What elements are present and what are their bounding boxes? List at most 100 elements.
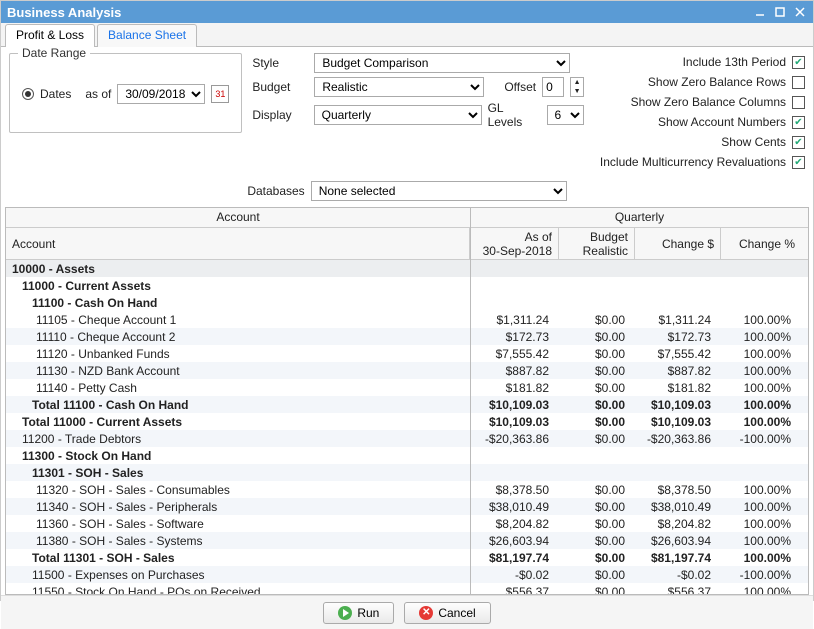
opt-multicurrency-check[interactable]: ✔ [792,156,805,169]
table-row[interactable]: -$0.02$0.00-$0.02-100.00% [471,566,808,583]
as-of-label: as of [85,87,111,101]
dates-radio[interactable] [22,88,34,100]
style-label: Style [252,56,308,70]
offset-input[interactable] [542,77,564,97]
value-cell: 100.00% [721,330,801,344]
table-row[interactable]: Total 11301 - SOH - Sales [6,549,470,566]
table-row[interactable]: 11100 - Cash On Hand [6,294,470,311]
col-header-change-pct[interactable]: Change % [721,228,801,259]
table-row[interactable]: 11105 - Cheque Account 1 [6,311,470,328]
tab-bar: Profit & Loss Balance Sheet [1,23,813,47]
account-cell: 11130 - NZD Bank Account [6,364,470,378]
table-row[interactable]: Total 11000 - Current Assets [6,413,470,430]
value-cell: $81,197.74 [471,551,559,565]
table-row[interactable]: $38,010.49$0.00$38,010.49100.00% [471,498,808,515]
results-grid: Account Account 10000 - Assets11000 - Cu… [5,207,809,595]
value-cell: $172.73 [635,330,721,344]
value-cell: -$20,363.86 [635,432,721,446]
display-select[interactable]: Quarterly [314,105,482,125]
table-row[interactable]: 11130 - NZD Bank Account [6,362,470,379]
opt-zero-rows-check[interactable] [792,76,805,89]
table-row[interactable]: $8,378.50$0.00$8,378.50100.00% [471,481,808,498]
value-cell: 100.00% [721,415,801,429]
tab-profit-loss[interactable]: Profit & Loss [5,24,95,47]
offset-spinner[interactable]: ▲▼ [570,77,584,97]
table-row[interactable]: $556.37$0.00$556.37100.00% [471,583,808,595]
table-row[interactable]: $81,197.74$0.00$81,197.74100.00% [471,549,808,566]
table-row[interactable]: $8,204.82$0.00$8,204.82100.00% [471,515,808,532]
cancel-button[interactable]: ✕Cancel [404,602,490,624]
value-cell: $0.00 [559,483,635,497]
value-cell: $26,603.94 [471,534,559,548]
databases-select[interactable]: None selected [311,181,567,201]
value-cell: $0.00 [559,364,635,378]
table-row[interactable]: 11500 - Expenses on Purchases [6,566,470,583]
date-select[interactable]: 30/09/2018 [117,84,205,104]
table-row[interactable] [471,447,808,464]
title-bar: Business Analysis [1,1,813,23]
value-cell: $8,204.82 [471,517,559,531]
table-row[interactable]: 11000 - Current Assets [6,277,470,294]
table-row[interactable]: 11320 - SOH - Sales - Consumables [6,481,470,498]
table-row[interactable]: Total 11100 - Cash On Hand [6,396,470,413]
table-row[interactable]: -$20,363.86$0.00-$20,363.86-100.00% [471,430,808,447]
value-cell: $0.00 [559,585,635,596]
col-header-account[interactable]: Account [6,228,470,259]
opt-zero-cols-label: Show Zero Balance Columns [631,95,786,109]
opt-zero-cols-check[interactable] [792,96,805,109]
gl-levels-label: GL Levels [488,101,541,129]
close-icon[interactable] [793,5,807,19]
table-row[interactable]: 11380 - SOH - Sales - Systems [6,532,470,549]
value-cell: $0.00 [559,432,635,446]
table-row[interactable]: $181.82$0.00$181.82100.00% [471,379,808,396]
value-cell: $0.00 [559,534,635,548]
minimize-icon[interactable] [753,5,767,19]
table-row[interactable] [471,277,808,294]
account-cell: Total 11000 - Current Assets [6,415,470,429]
table-row[interactable]: 11340 - SOH - Sales - Peripherals [6,498,470,515]
table-row[interactable]: $10,109.03$0.00$10,109.03100.00% [471,396,808,413]
table-row[interactable]: 11300 - Stock On Hand [6,447,470,464]
gl-levels-select[interactable]: 6 [547,105,585,125]
table-row[interactable] [471,294,808,311]
table-row[interactable]: $172.73$0.00$172.73100.00% [471,328,808,345]
value-cell: $0.00 [559,381,635,395]
table-row[interactable]: $1,311.24$0.00$1,311.24100.00% [471,311,808,328]
maximize-icon[interactable] [773,5,787,19]
table-row[interactable]: $10,109.03$0.00$10,109.03100.00% [471,413,808,430]
tab-balance-sheet[interactable]: Balance Sheet [97,24,197,47]
style-select[interactable]: Budget Comparison [314,53,570,73]
table-row[interactable]: 11140 - Petty Cash [6,379,470,396]
table-row[interactable] [471,464,808,481]
table-row[interactable]: 11550 - Stock On Hand - POs on Received [6,583,470,594]
table-row[interactable] [471,260,808,277]
table-row[interactable]: 11120 - Unbanked Funds [6,345,470,362]
calendar-icon[interactable]: 31 [211,85,229,103]
budget-select[interactable]: Realistic [314,77,484,97]
table-row[interactable]: $7,555.42$0.00$7,555.42100.00% [471,345,808,362]
table-row[interactable]: 11200 - Trade Debtors [6,430,470,447]
value-cell: $38,010.49 [635,500,721,514]
value-cell: $556.37 [635,585,721,596]
run-button[interactable]: Run [323,602,394,624]
group-header-account: Account [6,208,470,228]
col-header-asof[interactable]: As of30-Sep-2018 [471,228,559,259]
table-row[interactable]: 10000 - Assets [6,260,470,277]
opt-acct-nums-label: Show Account Numbers [658,115,786,129]
opt-13th-check[interactable]: ✔ [792,56,805,69]
table-row[interactable]: 11301 - SOH - Sales [6,464,470,481]
opt-acct-nums-check[interactable]: ✔ [792,116,805,129]
value-cell: 100.00% [721,313,801,327]
value-cell: 100.00% [721,398,801,412]
table-row[interactable]: 11360 - SOH - Sales - Software [6,515,470,532]
window-title: Business Analysis [7,5,121,20]
value-cell: $0.00 [559,500,635,514]
col-header-change-dollar[interactable]: Change $ [635,228,721,259]
table-row[interactable]: 11110 - Cheque Account 2 [6,328,470,345]
table-row[interactable]: $26,603.94$0.00$26,603.94100.00% [471,532,808,549]
value-cell: $10,109.03 [471,398,559,412]
table-row[interactable]: $887.82$0.00$887.82100.00% [471,362,808,379]
col-header-budget[interactable]: BudgetRealistic [559,228,635,259]
opt-cents-check[interactable]: ✔ [792,136,805,149]
value-cell: 100.00% [721,534,801,548]
